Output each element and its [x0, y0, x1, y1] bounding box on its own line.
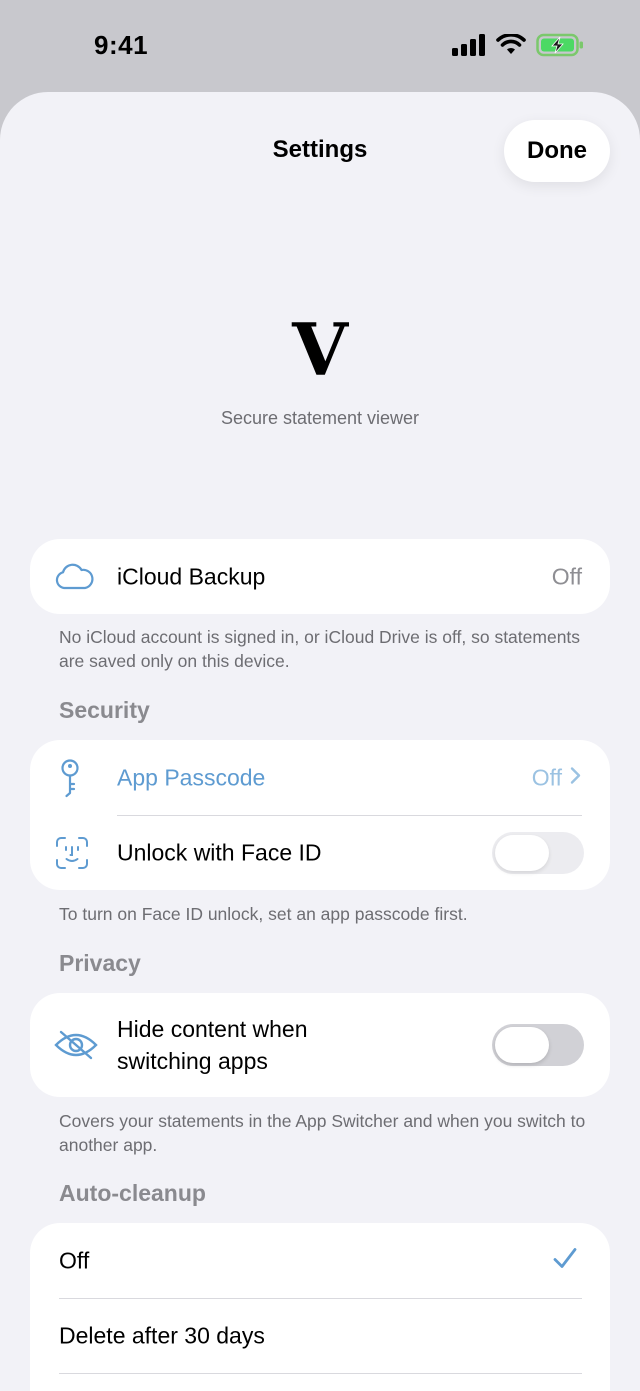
eye-slash-icon — [54, 1029, 98, 1061]
cloud-icon — [54, 563, 94, 591]
cellular-signal-icon — [452, 34, 486, 61]
chevron-right-icon — [570, 765, 582, 790]
app-tagline: Secure statement viewer — [220, 408, 420, 428]
hide-content-label-line2: switching apps — [117, 1048, 268, 1074]
face-id-icon — [54, 835, 90, 871]
toggle-knob — [495, 1027, 549, 1063]
option-label: Delete after 30 days — [59, 1322, 265, 1348]
app-passcode-label: App Passcode — [117, 764, 266, 790]
key-icon — [54, 758, 90, 798]
auto-cleanup-option-off[interactable]: Off — [30, 1223, 610, 1298]
security-card: App Passcode Off Unlock with Face ID — [30, 740, 610, 890]
toggle-knob — [495, 834, 549, 871]
security-section-header: Security — [59, 697, 150, 723]
face-id-toggle[interactable] — [492, 831, 584, 874]
auto-cleanup-section-header: Auto-cleanup — [59, 1180, 206, 1206]
row-divider — [59, 1373, 582, 1374]
status-time: 9:41 — [94, 30, 149, 60]
checkmark-icon — [552, 1246, 578, 1275]
icloud-backup-label: iCloud Backup — [117, 563, 266, 589]
icloud-backup-value: Off — [551, 563, 582, 589]
hide-content-row: Hide content when switching apps — [30, 993, 610, 1097]
settings-sheet: Settings Done V Secure statement viewer … — [0, 92, 640, 1391]
hide-content-label: Hide content when switching apps — [117, 1013, 308, 1077]
done-button[interactable]: Done — [504, 120, 610, 182]
battery-icon — [536, 33, 584, 62]
security-footnote: To turn on Face ID unlock, set an app pa… — [59, 904, 468, 924]
hide-content-label-line1: Hide content when — [117, 1016, 308, 1042]
face-id-label: Unlock with Face ID — [117, 839, 322, 865]
app-passcode-value: Off — [531, 764, 562, 790]
auto-cleanup-card: Off Delete after 30 days — [30, 1223, 610, 1391]
icloud-backup-card: iCloud Backup Off — [30, 539, 610, 614]
app-passcode-row[interactable]: App Passcode Off — [30, 740, 610, 815]
face-id-row: Unlock with Face ID — [30, 815, 610, 890]
app-logo: V — [292, 307, 348, 392]
auto-cleanup-option-30-days[interactable]: Delete after 30 days — [30, 1298, 610, 1373]
option-label: Off — [59, 1247, 90, 1273]
privacy-card: Hide content when switching apps — [30, 993, 610, 1097]
icloud-backup-row[interactable]: iCloud Backup Off — [30, 539, 610, 614]
hide-content-toggle[interactable] — [492, 1024, 584, 1066]
status-icons — [452, 33, 584, 62]
status-bar: 9:41 — [0, 0, 640, 92]
privacy-footnote: Covers your statements in the App Switch… — [59, 1111, 586, 1155]
privacy-section-header: Privacy — [59, 950, 141, 976]
icloud-footnote: No iCloud account is signed in, or iClou… — [59, 627, 581, 671]
wifi-icon — [496, 33, 526, 61]
